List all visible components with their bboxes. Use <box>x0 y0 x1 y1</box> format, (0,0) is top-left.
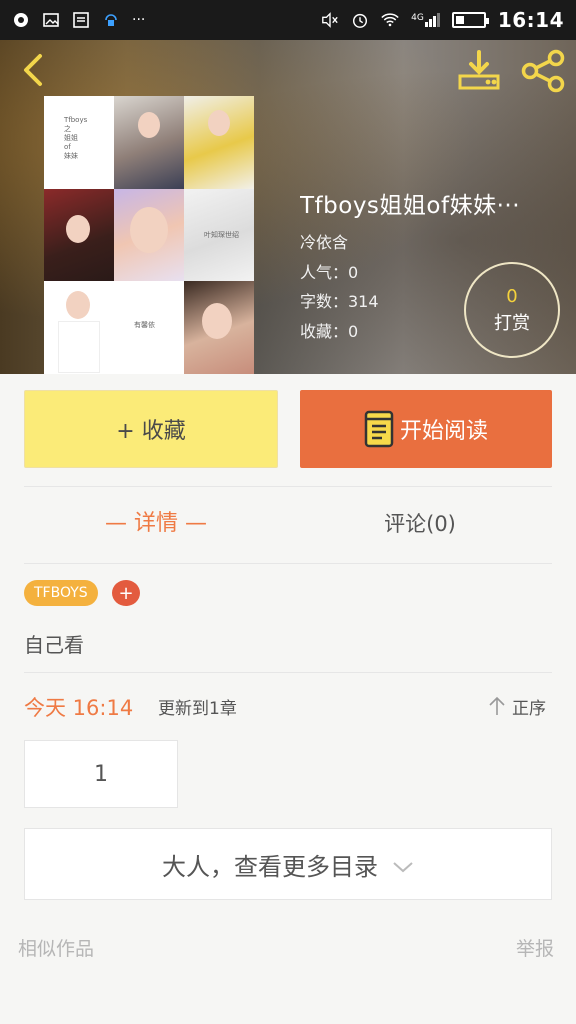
app-icon <box>12 11 30 29</box>
add-tag-button[interactable]: + <box>112 580 140 606</box>
tab-detail[interactable]: — 详情 — <box>24 505 288 537</box>
cover-photo <box>184 281 254 374</box>
divider <box>24 486 552 487</box>
cover-photo <box>44 188 114 282</box>
alarm-icon <box>351 11 369 29</box>
cover-cell: 叶知琛世绍 <box>184 188 254 282</box>
battery-icon <box>451 12 489 28</box>
cover-label: 有馨依 <box>134 321 155 330</box>
more-icon: ··· <box>132 12 146 28</box>
update-time: 今天 16:14 <box>24 696 134 720</box>
start-reading-button[interactable]: 开始阅读 <box>300 390 552 468</box>
report-link[interactable]: 举报 <box>516 934 554 961</box>
wifi-icon <box>381 11 399 29</box>
network-type-label: 4G <box>411 13 424 23</box>
chevron-down-icon <box>393 862 413 873</box>
tab-comments[interactable]: 评论(0) <box>288 508 552 538</box>
mute-icon <box>321 11 339 29</box>
book-cover[interactable]: Tfboys 之 姐姐 of 妹妹 叶知琛世绍 有馨依 <box>44 96 254 374</box>
share-icon <box>521 49 565 93</box>
signal-icon: 4G <box>411 13 440 27</box>
cover-photo <box>44 281 114 374</box>
tip-count: 0 <box>506 285 518 307</box>
cover-label: 叶知琛世绍 <box>204 230 239 239</box>
book-popularity: 人气：0 <box>300 262 359 282</box>
tip-button[interactable]: 0 打赏 <box>464 262 560 358</box>
book-author[interactable]: 冷依含 <box>300 228 379 258</box>
tag-tfboys[interactable]: TFBOYS <box>24 580 98 606</box>
vpn-icon <box>102 11 120 29</box>
cover-photo <box>114 96 184 189</box>
arrow-up-icon <box>489 696 505 715</box>
status-right: 4G 16:14 <box>321 8 564 32</box>
download-button[interactable] <box>456 48 502 94</box>
cover-photo <box>184 96 254 189</box>
status-left: ··· <box>12 11 145 29</box>
cover-cell: 有馨依 <box>114 281 184 374</box>
share-button[interactable] <box>518 48 568 94</box>
book-header: Tfboys 之 姐姐 of 妹妹 叶知琛世绍 有馨依 Tfboys姐姐of妹妹… <box>0 40 576 374</box>
cover-cell: Tfboys 之 姐姐 of 妹妹 <box>44 96 114 189</box>
sort-order-button[interactable]: 正序 <box>488 692 552 720</box>
collect-button[interactable]: + 收藏 <box>24 390 278 468</box>
chapter-item[interactable]: 1 <box>24 740 178 808</box>
book-meta: 冷依含 人气：0 字数：314 收藏：0 <box>300 228 379 346</box>
book-favorites: 收藏：0 <box>300 321 359 341</box>
download-icon <box>458 50 500 90</box>
book-word-count: 字数：314 <box>300 292 379 311</box>
divider <box>24 563 552 564</box>
tip-label: 打赏 <box>494 312 530 334</box>
chapter-number: 1 <box>94 761 108 787</box>
image-icon <box>42 11 60 29</box>
more-catalog-label: 大人，查看更多目录 <box>162 852 378 881</box>
update-text: 更新到1章 <box>158 699 237 719</box>
book-title: Tfboys姐姐of妹妹··· <box>300 193 521 219</box>
cover-title-text: Tfboys 之 姐姐 of 妹妹 <box>64 116 88 160</box>
book-icon <box>364 410 394 448</box>
clock: 16:14 <box>497 8 564 32</box>
start-reading-label: 开始阅读 <box>399 419 488 444</box>
chevron-left-icon <box>24 54 42 86</box>
cover-photo <box>114 188 184 282</box>
book-description: 自己看 <box>24 633 84 657</box>
status-bar: ··· 4G 16:14 <box>0 0 576 40</box>
message-icon <box>72 11 90 29</box>
sort-label: 正序 <box>512 698 546 719</box>
similar-works-link[interactable]: 相似作品 <box>18 934 94 961</box>
collect-label: + 收藏 <box>116 419 186 444</box>
divider <box>24 672 552 673</box>
back-button[interactable] <box>14 50 54 90</box>
more-catalog-button[interactable]: 大人，查看更多目录 <box>24 828 552 900</box>
